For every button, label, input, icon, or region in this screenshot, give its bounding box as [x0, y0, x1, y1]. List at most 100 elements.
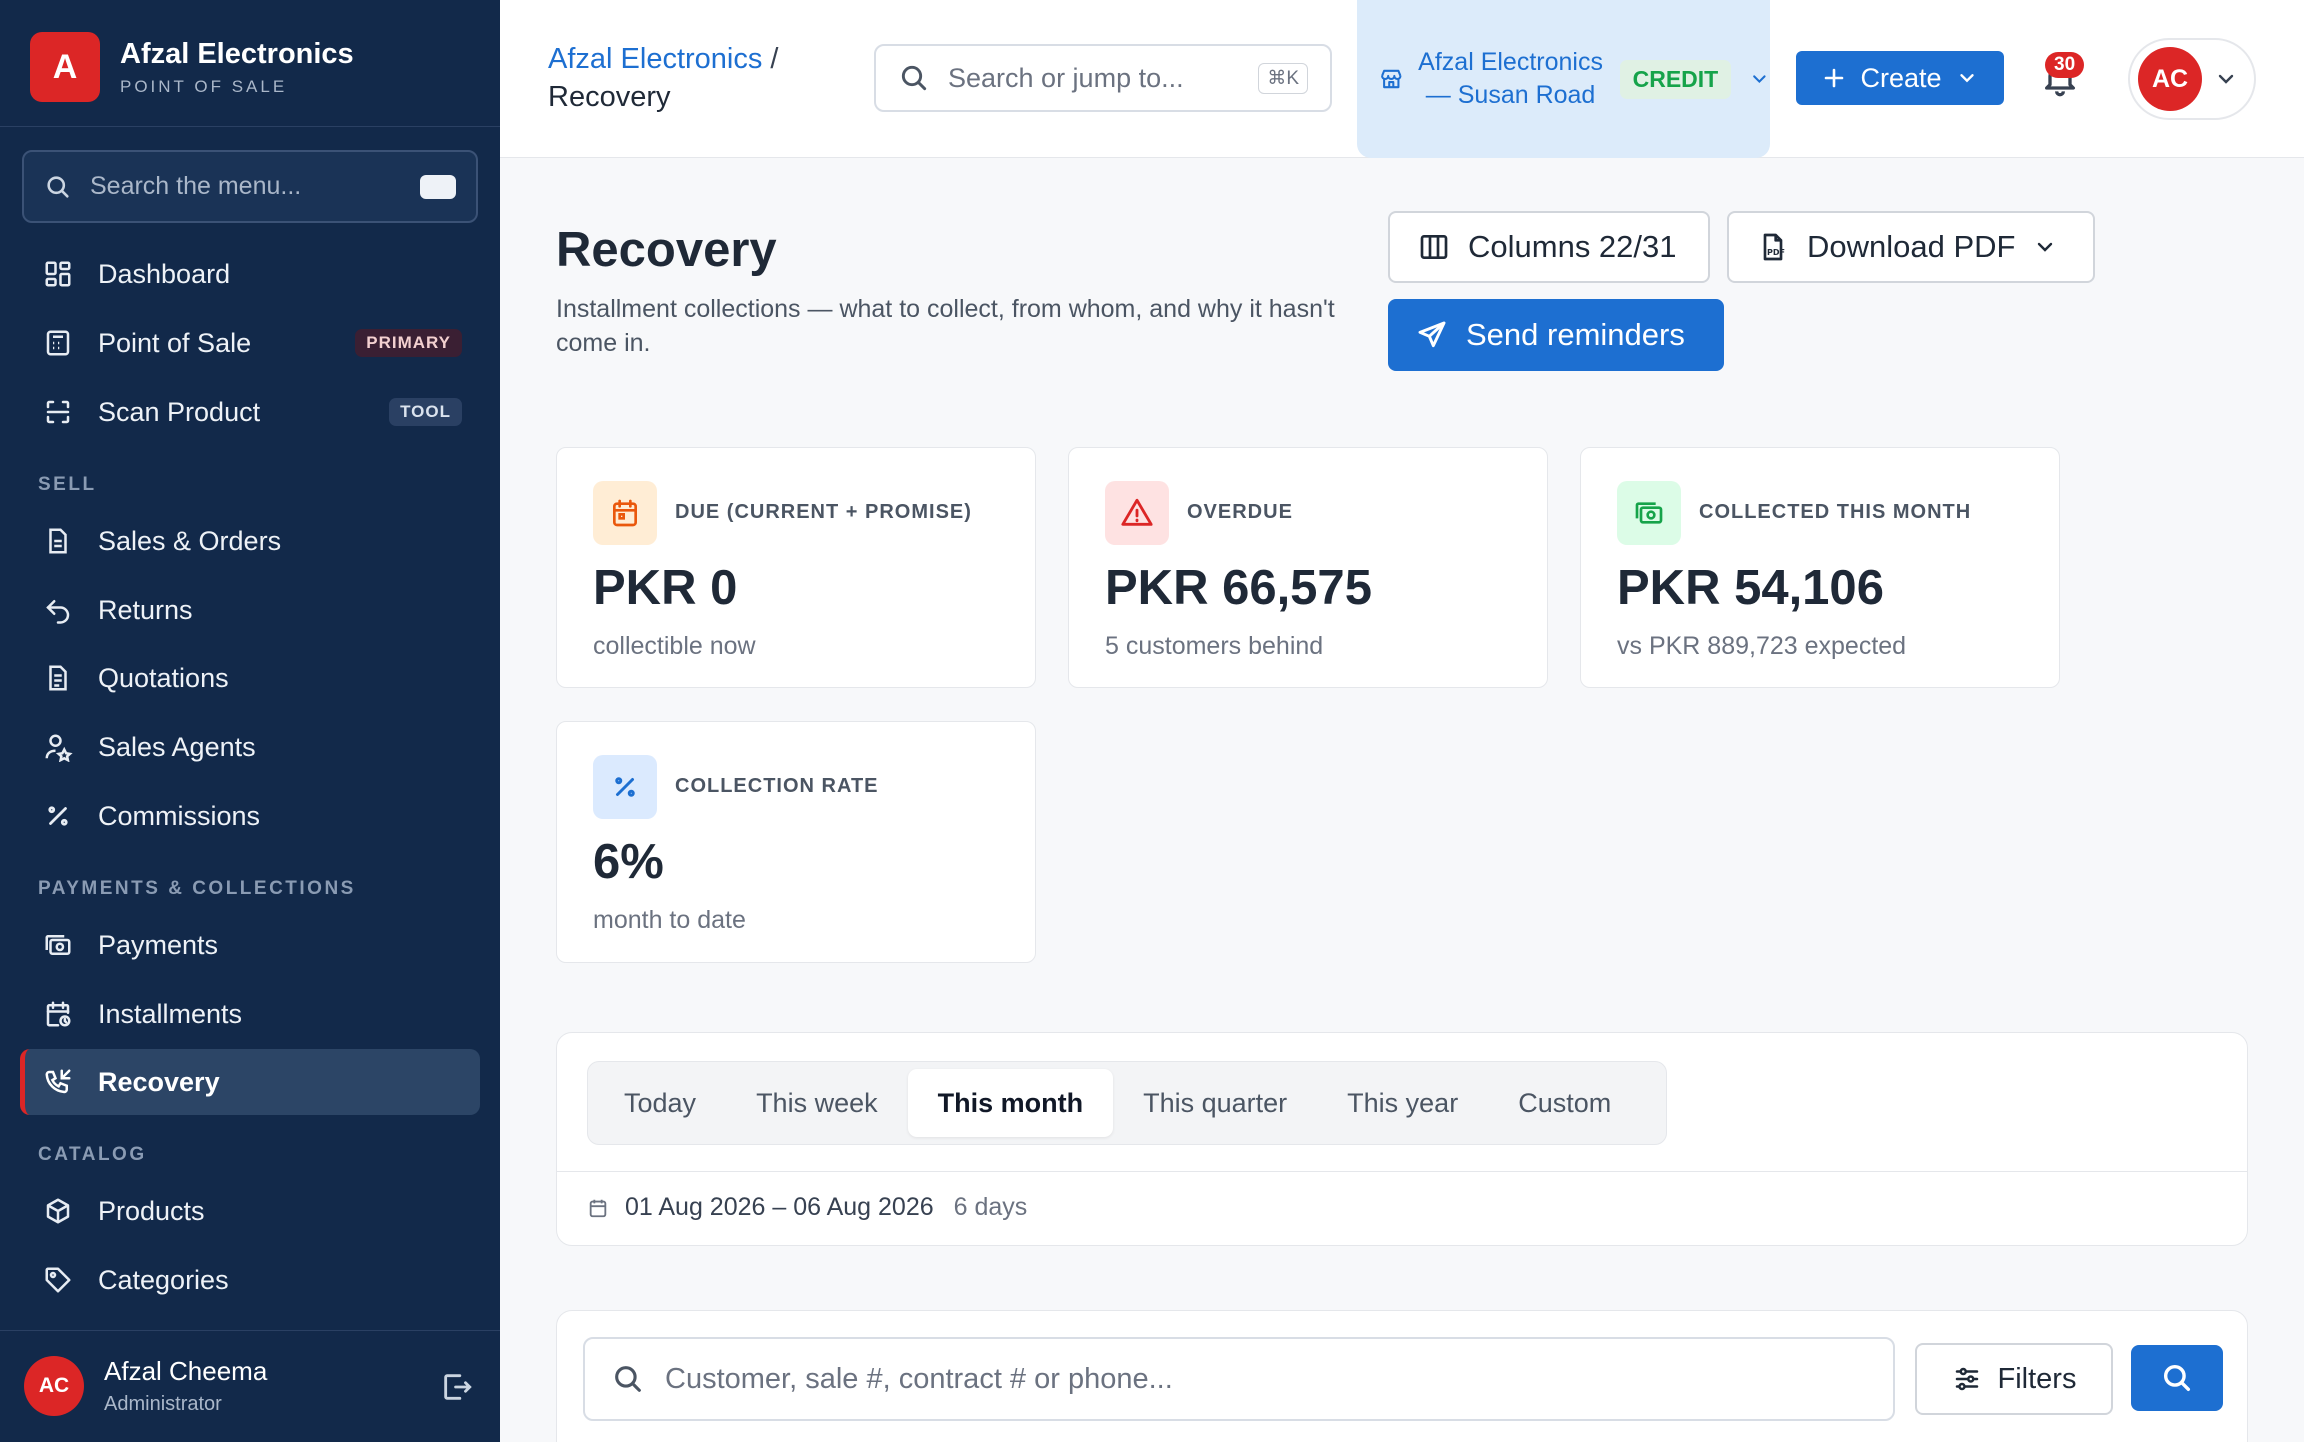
sidebar-item-products[interactable]: Products [20, 1178, 480, 1244]
period-tabs: Today This week This month This quarter … [587, 1061, 1667, 1145]
warning-icon [1121, 498, 1153, 526]
logout-button[interactable] [440, 1370, 474, 1404]
sidebar-item-returns[interactable]: Returns [20, 577, 480, 643]
sidebar-item-installments[interactable]: Installments [20, 981, 480, 1047]
brand-logo: A [30, 32, 100, 102]
sidebar-item-quotations[interactable]: Quotations [20, 645, 480, 711]
primary-badge: PRIMARY [355, 329, 462, 357]
tab-this-week[interactable]: This week [726, 1069, 908, 1137]
user-card[interactable]: AC Afzal Cheema Administrator [24, 1356, 267, 1416]
stat-label: DUE (CURRENT + PROMISE) [675, 501, 972, 523]
period-panel: Today This week This month This quarter … [556, 1032, 2248, 1246]
filters-button[interactable]: Filters [1915, 1343, 2113, 1415]
calendar-icon [613, 499, 637, 527]
recovery-search-input[interactable]: Customer, sale #, contract # or phone... [583, 1337, 1895, 1421]
sidebar: A Afzal Electronics POINT OF SALE Search… [0, 0, 500, 1442]
profile-menu-button[interactable]: AC [2128, 38, 2256, 120]
dashboard-icon [45, 261, 71, 287]
download-pdf-button[interactable]: PDF Download PDF [1727, 211, 2095, 283]
create-button-label: Create [1860, 62, 1942, 93]
shortcut-key [420, 174, 456, 199]
stat-note: month to date [593, 906, 746, 934]
sidebar-item-payments[interactable]: Payments [20, 912, 480, 978]
user-name: Afzal Cheema [104, 1356, 268, 1386]
breadcrumb-separator: / [770, 43, 779, 75]
sidebar-item-scan-product[interactable]: Scan Product TOOL [20, 379, 480, 445]
sidebar-item-recovery[interactable]: Recovery [20, 1049, 480, 1115]
tab-custom[interactable]: Custom [1488, 1069, 1641, 1137]
search-icon [615, 1366, 641, 1392]
tab-today[interactable]: Today [594, 1069, 726, 1137]
stat-label: COLLECTED THIS MONTH [1699, 501, 1972, 523]
sidebar-item-dashboard[interactable]: Dashboard [20, 241, 480, 307]
cash-icon [45, 935, 71, 955]
sidebar-item-label: Dashboard [98, 258, 231, 289]
search-submit-button[interactable] [2131, 1345, 2223, 1411]
stat-card-due: DUE (CURRENT + PROMISE) PKR 0 collectibl… [556, 447, 1036, 688]
stat-label: OVERDUE [1187, 501, 1293, 523]
percent-icon [615, 777, 635, 797]
sidebar-item-label: Payments [98, 929, 219, 960]
stat-note: 5 customers behind [1105, 632, 1324, 660]
sliders-icon [1955, 1367, 1978, 1391]
brand[interactable]: A Afzal Electronics POINT OF SALE [30, 32, 354, 102]
page-title: Recovery [556, 223, 777, 277]
chevron-down-icon [1753, 75, 1766, 84]
sidebar-item-label: Sales Agents [98, 731, 256, 762]
search-icon [2163, 1364, 2191, 1392]
sidebar-divider [0, 126, 500, 127]
breadcrumb: Afzal Electronics / Recovery [548, 40, 778, 116]
notifications-count-badge: 30 [2045, 52, 2085, 78]
columns-button[interactable]: Columns 22/31 [1388, 211, 1710, 283]
scan-icon [46, 400, 70, 424]
avatar: AC [24, 1356, 84, 1416]
store-switcher[interactable]: Afzal Electronics — Susan Road CREDIT [1357, 0, 1770, 158]
breadcrumb-root-link[interactable]: Afzal Electronics [548, 43, 762, 75]
create-button[interactable]: Create [1796, 51, 2004, 105]
sidebar-item-label: Products [98, 1195, 205, 1226]
store-name: Afzal Electronics — Susan Road [1418, 48, 1603, 109]
tab-this-month[interactable]: This month [907, 1069, 1114, 1137]
global-search-input[interactable]: Search or jump to... ⌘K [874, 44, 1332, 112]
stat-note: collectible now [593, 632, 756, 660]
user-role: Administrator [104, 1393, 222, 1415]
period-divider [557, 1171, 2247, 1172]
sidebar-item-label: Categories [98, 1264, 229, 1295]
document-icon [49, 528, 67, 554]
section-label-catalog: CATALOG [38, 1144, 147, 1165]
date-range-text: 01 Aug 2026 – 06 Aug 2026 [625, 1193, 934, 1221]
send-reminders-label: Send reminders [1466, 317, 1685, 352]
cash-icon [1635, 502, 1663, 524]
chevron-down-icon [2218, 74, 2234, 84]
sidebar-item-label: Sales & Orders [98, 525, 282, 556]
sidebar-item-commissions[interactable]: Commissions [20, 783, 480, 849]
tab-this-quarter[interactable]: This quarter [1113, 1069, 1317, 1137]
download-pdf-label: Download PDF [1807, 229, 2016, 264]
phone-incoming-icon [45, 1069, 71, 1094]
search-icon [47, 175, 69, 198]
logout-icon [444, 1374, 472, 1400]
date-range-days: 6 days [953, 1193, 1028, 1221]
send-reminders-button[interactable]: Send reminders [1388, 299, 1724, 371]
chevron-down-icon [2038, 242, 2053, 252]
sidebar-item-sales-agents[interactable]: Sales Agents [20, 714, 480, 780]
sidebar-item-categories[interactable]: Categories [20, 1247, 480, 1313]
stat-value: PKR 0 [593, 561, 738, 615]
stat-icon-box [593, 755, 657, 819]
stat-label: COLLECTION RATE [675, 775, 879, 797]
percent-icon [48, 806, 68, 826]
tab-this-year[interactable]: This year [1317, 1069, 1488, 1137]
page-subtitle: Installment collections — what to collec… [556, 295, 1335, 357]
sidebar-search-input[interactable]: Search the menu... [22, 150, 478, 223]
stat-icon-box [593, 481, 657, 545]
store-icon [1381, 69, 1402, 89]
brand-subtitle: POINT OF SALE [120, 76, 288, 96]
sidebar-item-point-of-sale[interactable]: Point of Sale PRIMARY [20, 310, 480, 376]
search-shortcut: ⌘K [1258, 62, 1308, 94]
user-star-icon [45, 734, 73, 762]
chevron-down-icon [1959, 74, 1974, 83]
sidebar-item-sales-orders[interactable]: Sales & Orders [20, 508, 480, 574]
sidebar-item-label: Scan Product [98, 396, 261, 427]
search-icon [901, 65, 927, 91]
sidebar-item-label: Point of Sale [98, 327, 252, 358]
